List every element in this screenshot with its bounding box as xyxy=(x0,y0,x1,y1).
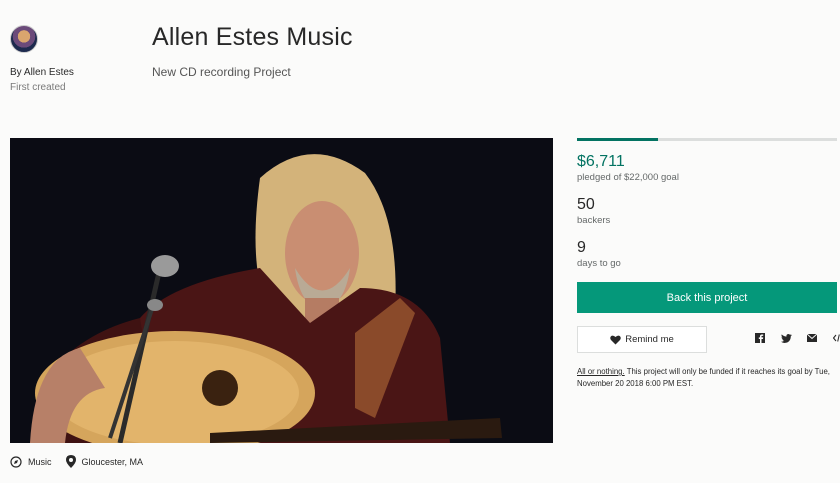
share-icons xyxy=(747,333,840,343)
funding-note: All or nothing. This project will only b… xyxy=(577,366,837,389)
project-video[interactable] xyxy=(10,138,553,443)
first-created-label: First created xyxy=(10,82,66,93)
location-link[interactable]: Gloucester, MA xyxy=(65,455,144,468)
pledged-amount: $6,711 xyxy=(577,153,625,170)
embed-icon xyxy=(832,334,840,342)
category-label: Music xyxy=(28,456,52,467)
days-label: days to go xyxy=(577,258,621,269)
all-or-nothing-link[interactable]: All or nothing. xyxy=(577,367,625,376)
page-title: Allen Estes Music xyxy=(152,23,353,51)
remind-me-button[interactable]: Remind me xyxy=(577,326,707,353)
location-pin-icon xyxy=(65,455,76,468)
twitter-icon xyxy=(780,333,792,343)
heart-icon xyxy=(610,335,621,344)
backers-label: backers xyxy=(577,215,611,226)
project-subtitle: New CD recording Project xyxy=(152,65,291,79)
pledged-goal-label: pledged of $22,000 goal xyxy=(577,172,679,183)
email-share-button[interactable] xyxy=(799,334,825,342)
funding-progress-fill xyxy=(577,138,658,141)
twitter-share-button[interactable] xyxy=(773,333,799,343)
location-label: Gloucester, MA xyxy=(81,456,144,467)
compass-icon xyxy=(10,455,22,468)
facebook-share-button[interactable] xyxy=(747,333,773,343)
remind-me-label: Remind me xyxy=(625,334,674,345)
backers-count: 50 xyxy=(577,196,595,213)
embed-share-button[interactable] xyxy=(825,334,840,342)
project-meta: Music Gloucester, MA xyxy=(10,455,157,468)
category-link[interactable]: Music xyxy=(10,455,52,468)
funding-panel: $6,711 pledged of $22,000 goal 50 backer… xyxy=(577,138,840,388)
avatar[interactable] xyxy=(10,25,38,53)
days-count: 9 xyxy=(577,239,586,256)
creator-byline[interactable]: By Allen Estes xyxy=(10,67,74,78)
back-project-button[interactable]: Back this project xyxy=(577,282,837,313)
email-icon xyxy=(807,334,817,342)
funding-progress-bar xyxy=(577,138,837,141)
facebook-icon xyxy=(755,333,765,343)
video-frame-image xyxy=(10,138,553,443)
